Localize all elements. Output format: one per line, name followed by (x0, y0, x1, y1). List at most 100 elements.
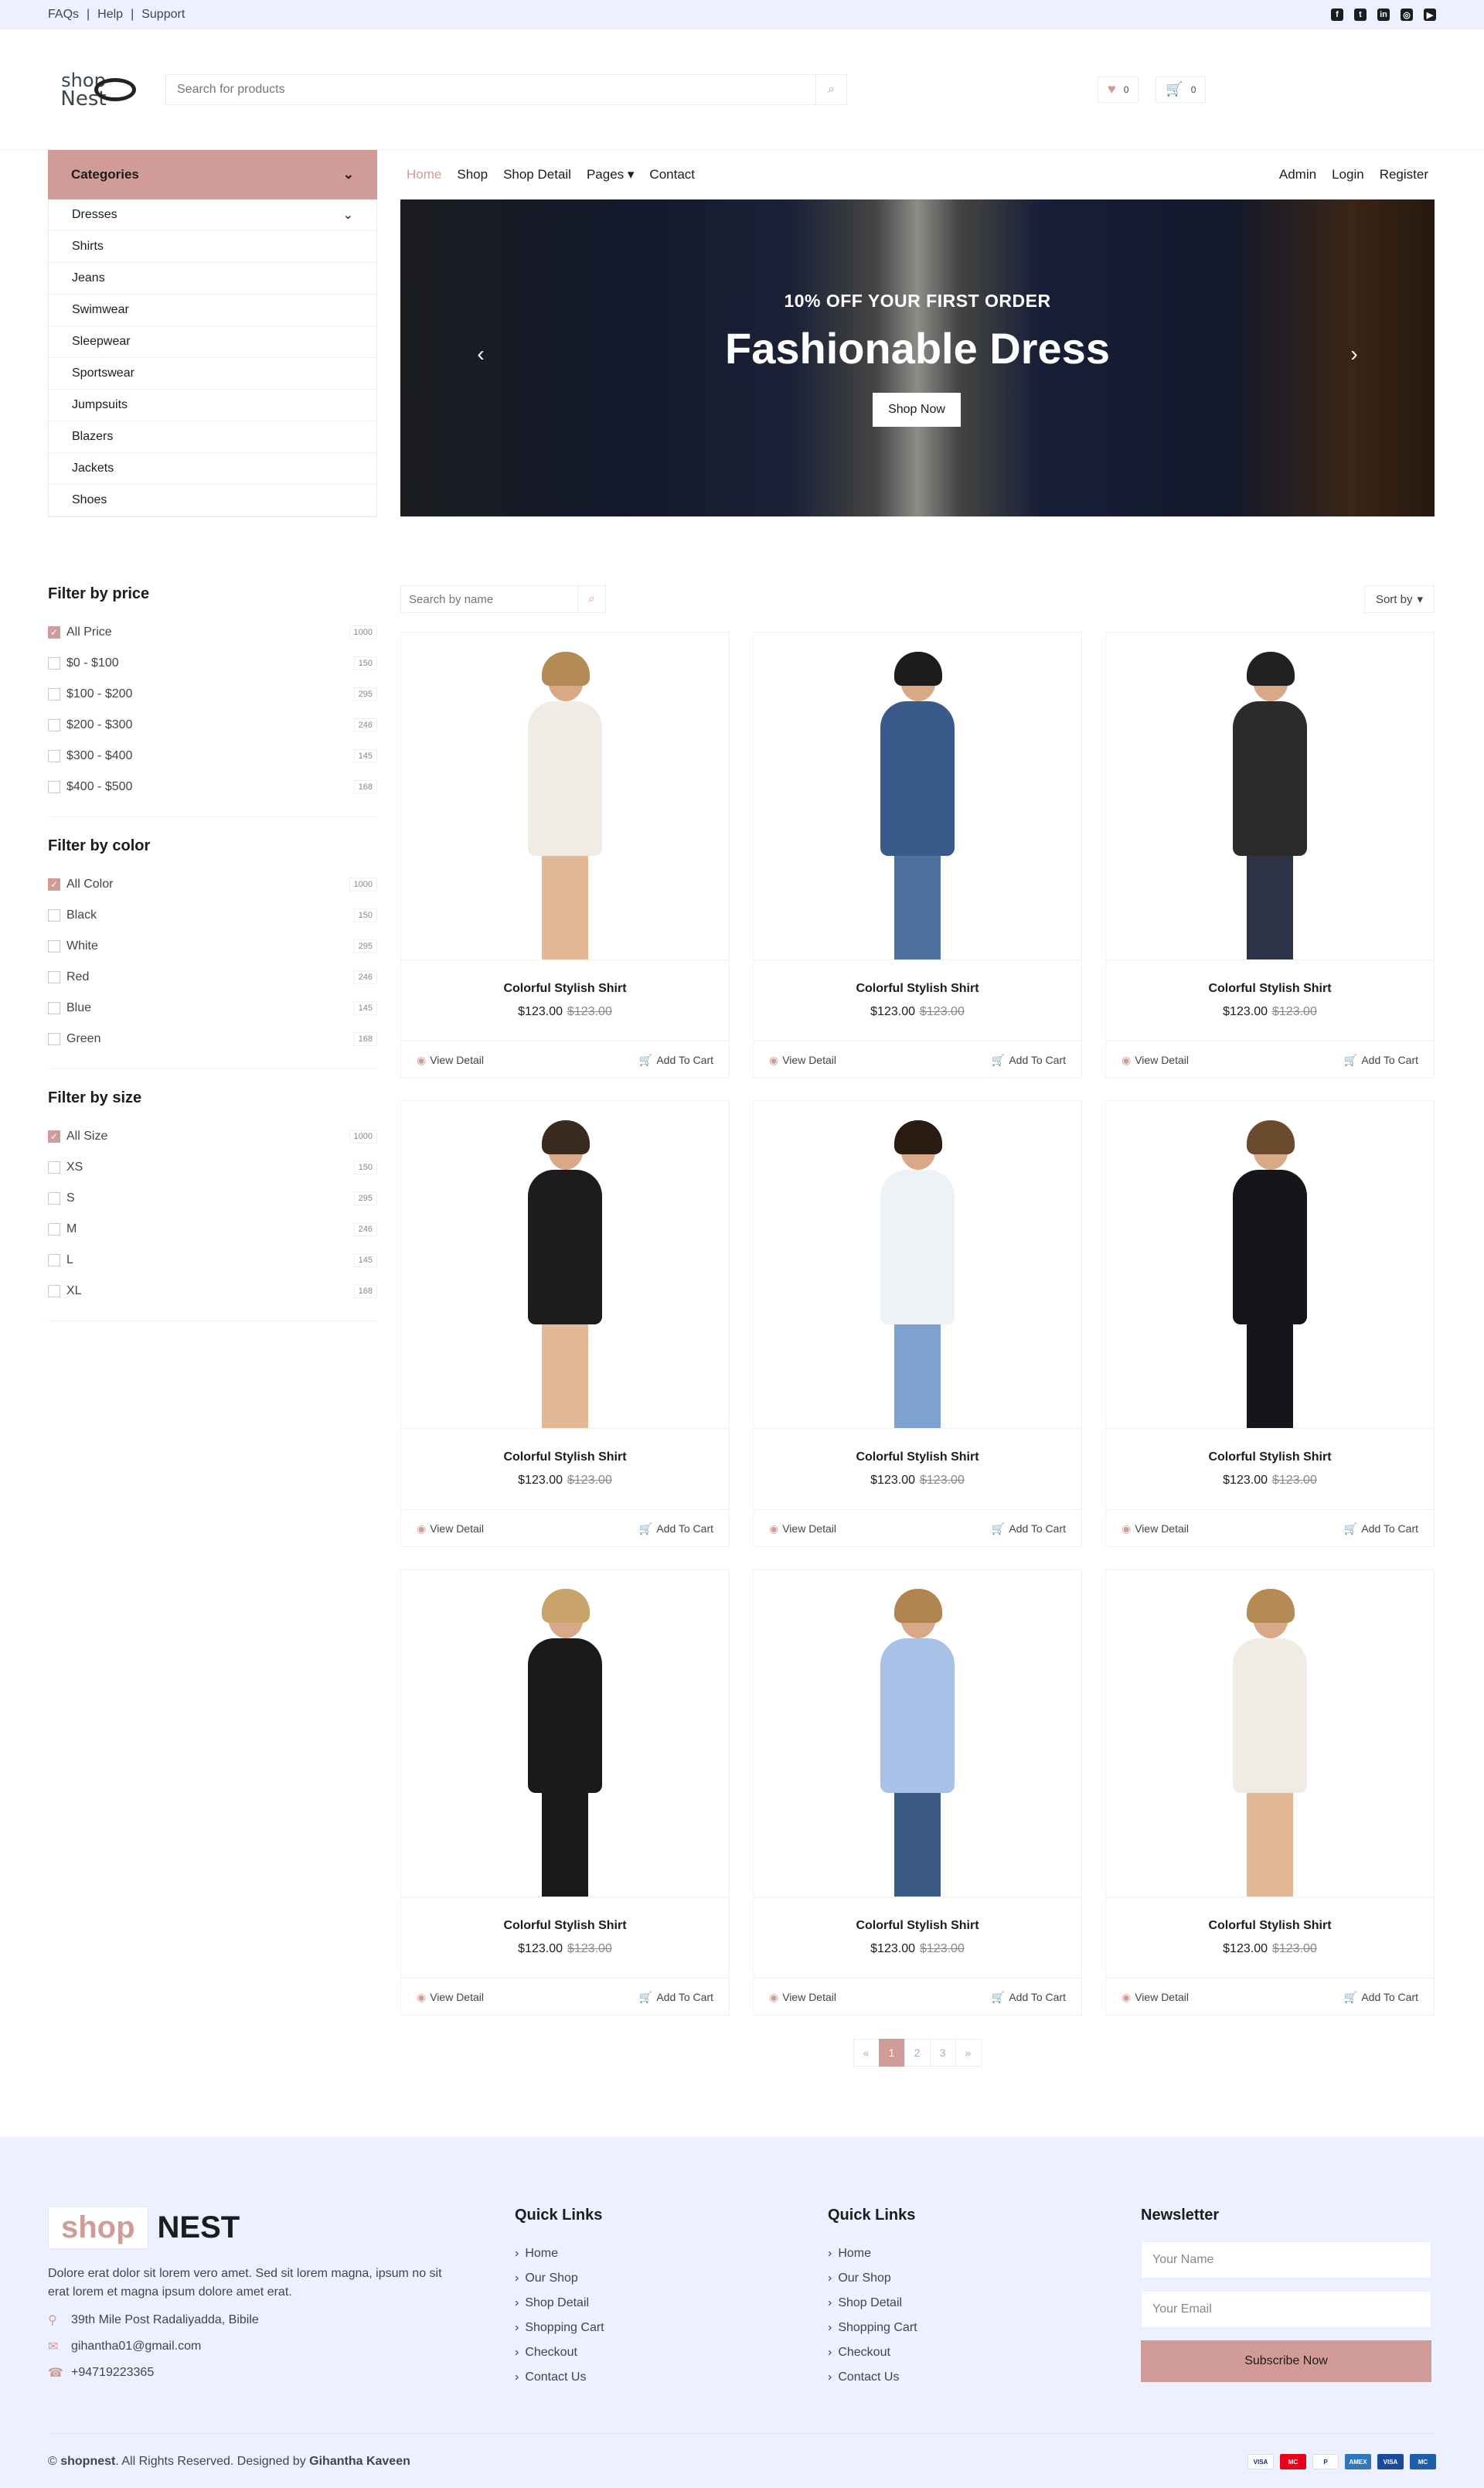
filter-option[interactable]: S 295 (48, 1183, 377, 1214)
checkbox[interactable] (48, 940, 60, 953)
name-search-input[interactable] (401, 586, 577, 612)
filter-option[interactable]: $400 - $500 168 (48, 772, 377, 803)
view-detail-button[interactable]: ◉ View Detail (417, 1522, 484, 1535)
checkbox[interactable] (48, 1254, 60, 1266)
page-link[interactable]: « (853, 2039, 880, 2067)
shop-now-button[interactable]: Shop Now (873, 393, 961, 427)
quick-link[interactable]: › Contact Us (515, 2365, 828, 2390)
help-link[interactable]: Help (97, 8, 123, 22)
checkbox[interactable] (48, 1192, 60, 1205)
quick-link[interactable]: › Home (515, 2241, 828, 2266)
wishlist-button[interactable]: ♥ 0 (1098, 76, 1139, 103)
sort-dropdown[interactable]: Sort by ▾ (1363, 585, 1435, 613)
checkbox[interactable] (48, 1285, 60, 1297)
checkbox[interactable] (48, 657, 60, 670)
copyright-brand[interactable]: shopnest (60, 2455, 115, 2468)
product-name[interactable]: Colorful Stylish Shirt (401, 982, 729, 996)
checkbox[interactable] (48, 1223, 60, 1235)
product-name[interactable]: Colorful Stylish Shirt (1106, 1919, 1434, 1933)
footer-logo[interactable]: shop NEST (48, 2207, 515, 2249)
product-image[interactable] (401, 1569, 729, 1897)
add-to-cart-button[interactable]: 🛒 Add To Cart (992, 1991, 1066, 2004)
add-to-cart-button[interactable]: 🛒 Add To Cart (1344, 1054, 1418, 1067)
category-item[interactable]: Jeans (49, 263, 376, 295)
add-to-cart-button[interactable]: 🛒 Add To Cart (992, 1054, 1066, 1067)
quick-link[interactable]: › Shopping Cart (515, 2316, 828, 2340)
filter-option[interactable]: White 295 (48, 931, 377, 962)
checkbox[interactable] (48, 719, 60, 731)
view-detail-button[interactable]: ◉ View Detail (769, 1991, 836, 2004)
page-link[interactable]: 1 (878, 2039, 905, 2067)
view-detail-button[interactable]: ◉ View Detail (417, 1054, 484, 1067)
quick-link[interactable]: › Shop Detail (828, 2291, 1141, 2316)
designer-link[interactable]: Gihantha Kaveen (309, 2455, 410, 2468)
product-image[interactable] (754, 1569, 1081, 1897)
filter-option[interactable]: ✓ All Color 1000 (48, 869, 377, 900)
page-link[interactable]: 3 (929, 2039, 956, 2067)
cart-button[interactable]: 🛒 0 (1156, 76, 1207, 103)
add-to-cart-button[interactable]: 🛒 Add To Cart (1344, 1991, 1418, 2004)
filter-option[interactable]: $300 - $400 145 (48, 741, 377, 772)
nav-link[interactable]: Pages ▾ (587, 167, 634, 182)
add-to-cart-button[interactable]: 🛒 Add To Cart (639, 1054, 713, 1067)
quick-link[interactable]: › Checkout (515, 2340, 828, 2365)
view-detail-button[interactable]: ◉ View Detail (417, 1991, 484, 2004)
newsletter-email-input[interactable]: Your Email (1141, 2291, 1431, 2328)
filter-option[interactable]: XL 168 (48, 1276, 377, 1307)
checkbox[interactable] (48, 781, 60, 793)
view-detail-button[interactable]: ◉ View Detail (1122, 1054, 1189, 1067)
product-image[interactable] (1106, 1101, 1434, 1429)
add-to-cart-button[interactable]: 🛒 Add To Cart (639, 1522, 713, 1535)
nav-link[interactable]: Shop Detail (503, 167, 571, 182)
category-item[interactable]: Shirts (49, 231, 376, 263)
search-input[interactable] (166, 74, 815, 104)
instagram-icon[interactable]: ◎ (1401, 9, 1413, 21)
filter-option[interactable]: Red 246 (48, 962, 377, 993)
add-to-cart-button[interactable]: 🛒 Add To Cart (992, 1522, 1066, 1535)
quick-link[interactable]: › Contact Us (828, 2365, 1141, 2390)
category-item[interactable]: Sportswear (49, 358, 376, 390)
subscribe-button[interactable]: Subscribe Now (1141, 2340, 1431, 2382)
product-name[interactable]: Colorful Stylish Shirt (1106, 982, 1434, 996)
nav-account-link[interactable]: Admin (1279, 167, 1316, 182)
twitter-icon[interactable]: t (1354, 9, 1367, 21)
quick-link[interactable]: › Checkout (828, 2340, 1141, 2365)
product-name[interactable]: Colorful Stylish Shirt (401, 1919, 729, 1933)
filter-option[interactable]: ✓ All Size 1000 (48, 1121, 377, 1152)
product-image[interactable] (401, 1101, 729, 1429)
carousel-prev-icon[interactable]: ‹ (465, 339, 496, 370)
quick-link[interactable]: › Shopping Cart (828, 2316, 1141, 2340)
product-image[interactable] (1106, 1569, 1434, 1897)
filter-option[interactable]: Green 168 (48, 1024, 377, 1055)
checkbox[interactable] (48, 688, 60, 700)
filter-option[interactable]: ✓ All Price 1000 (48, 617, 377, 648)
filter-option[interactable]: $100 - $200 295 (48, 679, 377, 710)
filter-option[interactable]: $200 - $300 246 (48, 710, 377, 741)
faqs-link[interactable]: FAQs (48, 8, 79, 22)
nav-link[interactable]: Contact (649, 167, 695, 182)
filter-option[interactable]: $0 - $100 150 (48, 648, 377, 679)
linkedin-icon[interactable]: in (1377, 9, 1390, 21)
product-name[interactable]: Colorful Stylish Shirt (1106, 1450, 1434, 1464)
filter-option[interactable]: Black 150 (48, 900, 377, 931)
facebook-icon[interactable]: f (1331, 9, 1343, 21)
view-detail-button[interactable]: ◉ View Detail (769, 1522, 836, 1535)
category-item[interactable]: Shoes (49, 485, 376, 516)
site-logo[interactable]: shop Nest (48, 43, 142, 137)
checkbox[interactable] (48, 1033, 60, 1045)
carousel-next-icon[interactable]: › (1339, 339, 1370, 370)
page-link[interactable]: 2 (904, 2039, 931, 2067)
category-item[interactable]: Dresses ⌄ (49, 199, 376, 231)
quick-link[interactable]: › Our Shop (515, 2266, 828, 2291)
filter-option[interactable]: Blue 145 (48, 993, 377, 1024)
product-name[interactable]: Colorful Stylish Shirt (401, 1450, 729, 1464)
view-detail-button[interactable]: ◉ View Detail (769, 1054, 836, 1067)
support-link[interactable]: Support (141, 8, 185, 22)
view-detail-button[interactable]: ◉ View Detail (1122, 1522, 1189, 1535)
product-name[interactable]: Colorful Stylish Shirt (754, 1919, 1081, 1933)
category-item[interactable]: Jumpsuits (49, 390, 376, 421)
nav-account-link[interactable]: Register (1380, 167, 1428, 182)
category-item[interactable]: Jackets (49, 453, 376, 485)
add-to-cart-button[interactable]: 🛒 Add To Cart (639, 1991, 713, 2004)
search-icon[interactable]: ⌕ (577, 586, 605, 612)
